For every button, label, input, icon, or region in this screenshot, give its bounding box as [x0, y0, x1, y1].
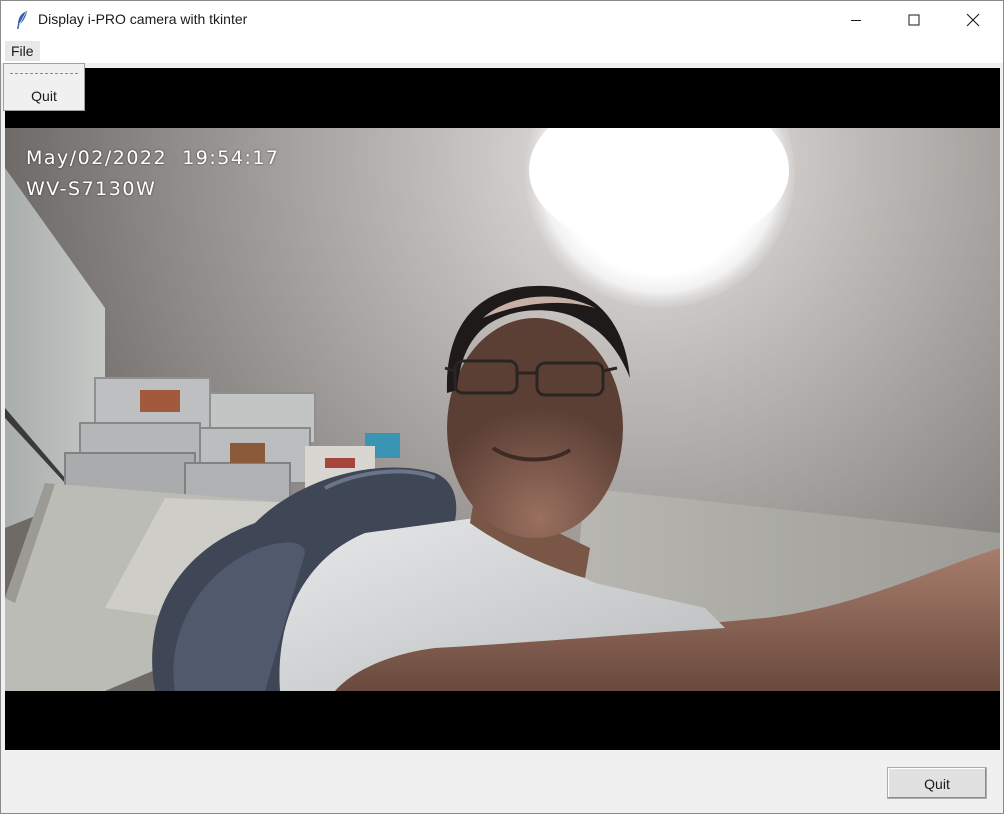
window-title: Display i-PRO camera with tkinter	[38, 11, 248, 27]
camera-view: May/02/2022 19:54:17 WV-S7130W	[5, 68, 1000, 750]
menu-item-quit[interactable]: Quit	[4, 88, 84, 104]
close-button[interactable]	[944, 1, 1002, 39]
maximize-button[interactable]	[885, 1, 943, 39]
title-bar[interactable]: Display i-PRO camera with tkinter	[1, 1, 1003, 39]
minimize-icon	[851, 20, 861, 21]
feather-icon	[17, 11, 27, 29]
tearoff-line[interactable]	[10, 73, 78, 74]
close-icon	[966, 13, 980, 27]
menu-file[interactable]: File	[5, 41, 40, 61]
camera-datetime-overlay: May/02/2022 19:54:17	[26, 147, 280, 169]
camera-model-overlay: WV-S7130W	[26, 178, 157, 200]
file-menu-dropdown: Quit	[3, 63, 85, 111]
maximize-icon	[908, 14, 920, 26]
quit-button[interactable]: Quit	[887, 767, 987, 799]
minimize-button[interactable]	[827, 1, 885, 39]
menu-bar: File	[1, 39, 1003, 63]
camera-image	[5, 128, 1000, 691]
camera-frame: May/02/2022 19:54:17 WV-S7130W	[5, 128, 1000, 691]
app-window: Display i-PRO camera with tkinter File M…	[0, 0, 1004, 814]
